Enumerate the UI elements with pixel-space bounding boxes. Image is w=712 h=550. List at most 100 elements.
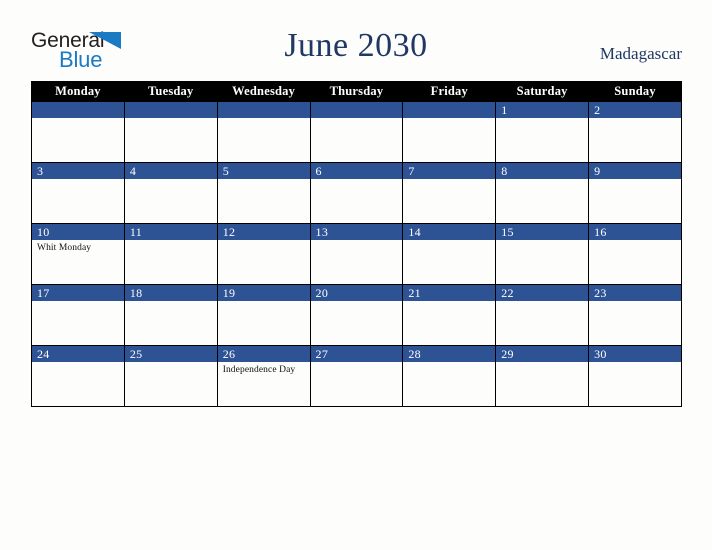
calendar-day-cell[interactable]: 20 — [309, 284, 404, 346]
day-number: 28 — [403, 346, 496, 362]
weekday-header-sunday: Sunday — [588, 81, 682, 102]
day-events — [125, 362, 217, 364]
day-number: 15 — [496, 224, 589, 240]
day-events — [403, 362, 495, 364]
day-number: 17 — [32, 285, 124, 301]
calendar-day-cell[interactable]: 28 — [402, 345, 497, 407]
calendar-week-row: 10 Whit Monday 11 12 13 14 15 16 — [31, 223, 682, 285]
country-label: Madagascar — [599, 44, 682, 63]
calendar-day-cell[interactable]: 19 — [216, 284, 311, 346]
day-events — [311, 179, 403, 181]
calendar-day-cell[interactable]: 2 — [588, 101, 682, 163]
day-number: 12 — [217, 224, 310, 240]
calendar-day-cell[interactable]: 5 — [216, 162, 311, 224]
day-number — [310, 102, 403, 118]
calendar-day-cell[interactable]: 10 Whit Monday — [31, 223, 125, 285]
calendar-day-cell[interactable]: 7 — [402, 162, 497, 224]
weekday-header-monday: Monday — [31, 81, 125, 102]
calendar-day-cell[interactable]: 11 — [123, 223, 218, 285]
day-events — [589, 179, 681, 181]
calendar-day-cell[interactable]: 8 — [495, 162, 590, 224]
calendar-day-cell[interactable]: 26 Independence Day — [216, 345, 311, 407]
calendar-day-cell[interactable]: 3 — [31, 162, 125, 224]
day-events — [311, 240, 403, 242]
day-number: 8 — [496, 163, 589, 179]
calendar-day-cell[interactable]: 12 — [216, 223, 311, 285]
day-events — [589, 240, 681, 242]
day-events — [32, 179, 124, 181]
holiday-label: Whit Monday — [37, 243, 92, 253]
day-events — [589, 301, 681, 303]
day-events — [218, 179, 310, 181]
day-events — [403, 118, 495, 120]
day-number: 13 — [310, 224, 403, 240]
day-events — [218, 240, 310, 242]
day-number: 25 — [124, 346, 217, 362]
calendar-day-cell[interactable]: 18 — [123, 284, 218, 346]
day-events — [496, 179, 588, 181]
day-number: 16 — [589, 224, 681, 240]
calendar-day-cell[interactable]: 13 — [309, 223, 404, 285]
day-events — [32, 118, 124, 120]
day-number: 18 — [124, 285, 217, 301]
day-events — [311, 301, 403, 303]
day-events — [496, 118, 588, 120]
calendar-day-cell[interactable]: 24 — [31, 345, 125, 407]
day-events: Whit Monday — [32, 240, 124, 254]
day-number: 22 — [496, 285, 589, 301]
day-events — [32, 362, 124, 364]
calendar-empty-cell — [402, 101, 497, 163]
day-number: 19 — [217, 285, 310, 301]
day-number: 6 — [310, 163, 403, 179]
day-number: 30 — [589, 346, 681, 362]
calendar-day-cell[interactable]: 6 — [309, 162, 404, 224]
calendar-day-cell[interactable]: 30 — [588, 345, 682, 407]
calendar-body: 1 2 3 4 5 6 7 8 9 10 Whit Monday 11 12 13 14 15 16 17 18 19… — [31, 101, 682, 407]
day-number: 5 — [217, 163, 310, 179]
calendar-day-cell[interactable]: 16 — [588, 223, 682, 285]
day-number: 24 — [32, 346, 124, 362]
calendar-day-cell[interactable]: 27 — [309, 345, 404, 407]
day-number: 21 — [403, 285, 496, 301]
day-number — [217, 102, 310, 118]
day-number: 9 — [589, 163, 681, 179]
day-number: 3 — [32, 163, 124, 179]
day-number — [32, 102, 124, 118]
calendar-day-cell[interactable]: 9 — [588, 162, 682, 224]
day-events — [218, 118, 310, 120]
day-events — [589, 118, 681, 120]
day-events — [496, 301, 588, 303]
day-number: 11 — [124, 224, 217, 240]
calendar-week-row: 24 25 26 Independence Day 27 28 29 30 — [31, 345, 682, 407]
calendar-day-cell[interactable]: 4 — [123, 162, 218, 224]
calendar-day-cell[interactable]: 21 — [402, 284, 497, 346]
day-events — [218, 301, 310, 303]
weekday-header-friday: Friday — [402, 81, 497, 102]
day-events — [311, 118, 403, 120]
page-header: General Blue June 2030 Madagascar — [0, 0, 712, 78]
day-events — [32, 301, 124, 303]
day-events — [496, 240, 588, 242]
calendar-day-cell[interactable]: 25 — [123, 345, 218, 407]
calendar-week-row: 3456789 — [31, 162, 682, 224]
day-number: 26 — [217, 346, 310, 362]
calendar-empty-cell — [309, 101, 404, 163]
day-number: 20 — [310, 285, 403, 301]
day-number: 7 — [403, 163, 496, 179]
day-events: Independence Day — [218, 362, 310, 376]
calendar-day-cell[interactable]: 29 — [495, 345, 590, 407]
calendar-day-cell[interactable]: 17 — [31, 284, 125, 346]
day-number: 4 — [124, 163, 217, 179]
calendar-grid: Monday Tuesday Wednesday Thursday Friday… — [31, 81, 682, 407]
day-events — [311, 362, 403, 364]
calendar-day-cell[interactable]: 14 — [402, 223, 497, 285]
calendar-day-cell[interactable]: 15 — [495, 223, 590, 285]
day-number: 10 — [32, 224, 124, 240]
weekday-header-wednesday: Wednesday — [216, 81, 311, 102]
day-number — [124, 102, 217, 118]
calendar-day-cell[interactable]: 23 — [588, 284, 682, 346]
day-number: 1 — [496, 102, 589, 118]
calendar-day-cell[interactable]: 1 — [495, 101, 590, 163]
calendar-day-cell[interactable]: 22 — [495, 284, 590, 346]
holiday-label: Independence Day — [222, 365, 296, 375]
